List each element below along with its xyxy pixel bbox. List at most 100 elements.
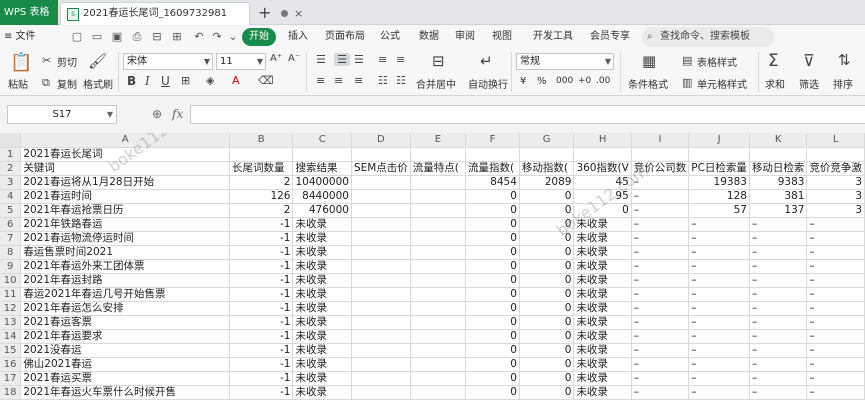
tab-home[interactable]: 开始 bbox=[242, 28, 276, 46]
cell-g8[interactable]: 0 bbox=[519, 245, 575, 260]
increase-decimal-button[interactable]: +0 bbox=[578, 76, 591, 86]
currency-button[interactable]: ¥ bbox=[520, 76, 526, 87]
cell-h13[interactable]: 未收录 bbox=[573, 315, 632, 331]
cell-e15[interactable] bbox=[410, 343, 467, 359]
conditional-format-button[interactable]: 条件格式 bbox=[628, 76, 668, 91]
align-bottom-icon[interactable]: ☰ bbox=[354, 53, 364, 66]
row-header[interactable]: 9 bbox=[0, 259, 22, 274]
cell-a5[interactable]: 2021年春运抢票日历 bbox=[20, 203, 230, 218]
row-header[interactable]: 17 bbox=[0, 371, 22, 387]
cell-a3[interactable]: 2021春运将从1月28日开始 bbox=[20, 175, 230, 190]
cell-k13[interactable]: – bbox=[749, 315, 808, 331]
cell-g14[interactable]: 0 bbox=[519, 329, 575, 345]
cell-d1[interactable] bbox=[351, 147, 411, 162]
cell-i12[interactable]: – bbox=[631, 301, 690, 317]
percent-button[interactable]: % bbox=[537, 76, 547, 87]
cell-h8[interactable]: 未收录 bbox=[573, 245, 632, 260]
cell-h3[interactable]: 45 bbox=[573, 175, 632, 190]
cell-c16[interactable]: 未收录 bbox=[292, 357, 352, 373]
cell-f12[interactable]: 0 bbox=[465, 301, 520, 317]
cell-a12[interactable]: 2021年春运怎么安排 bbox=[20, 301, 230, 317]
redo-icon[interactable]: ↷ bbox=[210, 30, 224, 44]
cell-e17[interactable] bbox=[410, 371, 467, 387]
align-left-icon[interactable]: ≡ bbox=[378, 53, 387, 66]
cell-h4[interactable]: 95 bbox=[573, 189, 632, 204]
cell-g2[interactable]: 移动指数( bbox=[519, 161, 575, 176]
cell-j3[interactable]: 19383 bbox=[688, 175, 750, 190]
cell-c8[interactable]: 未收录 bbox=[292, 245, 352, 260]
cell-h18[interactable]: 未收录 bbox=[573, 385, 632, 400]
cell-j7[interactable]: – bbox=[688, 231, 750, 246]
cell-f18[interactable]: 0 bbox=[465, 385, 520, 400]
cell-i10[interactable]: – bbox=[631, 273, 690, 289]
cell-c7[interactable]: 未收录 bbox=[292, 231, 352, 246]
text-align-center-icon[interactable]: ≡ bbox=[334, 74, 343, 87]
cell-b2[interactable]: 长尾词数量 bbox=[229, 161, 294, 176]
tab-review[interactable]: 审阅 bbox=[455, 26, 475, 48]
cell-b17[interactable]: -1 bbox=[229, 371, 294, 387]
filter-icon[interactable]: ⊽ bbox=[803, 51, 815, 70]
print-icon[interactable]: ⊟ bbox=[150, 30, 164, 44]
paste-button[interactable]: 粘贴 bbox=[8, 76, 28, 91]
cell-f11[interactable]: 0 bbox=[465, 287, 520, 303]
cell-c10[interactable]: 未收录 bbox=[292, 273, 352, 289]
cell-g17[interactable]: 0 bbox=[519, 371, 575, 387]
cell-c6[interactable]: 未收录 bbox=[292, 217, 352, 232]
cell-a1[interactable]: 2021春运长尾词 bbox=[20, 147, 230, 162]
cell-b4[interactable]: 126 bbox=[229, 189, 294, 204]
cell-a6[interactable]: 2021年铁路春运 bbox=[20, 217, 230, 232]
cell-b7[interactable]: -1 bbox=[229, 231, 294, 246]
text-align-right-icon[interactable]: ≡ bbox=[354, 74, 363, 87]
cell-i9[interactable]: – bbox=[631, 259, 690, 274]
sum-icon[interactable]: Σ bbox=[768, 51, 779, 71]
tab-member[interactable]: 会员专享 bbox=[590, 26, 630, 48]
cell-a10[interactable]: 2021年春运封路 bbox=[20, 273, 230, 289]
cell-c9[interactable]: 未收录 bbox=[292, 259, 352, 274]
cell-b14[interactable]: -1 bbox=[229, 329, 294, 345]
new-tab-button[interactable]: + bbox=[258, 0, 271, 25]
cell-g18[interactable]: 0 bbox=[519, 385, 575, 400]
tab-data[interactable]: 数据 bbox=[419, 26, 439, 48]
cell-f15[interactable]: 0 bbox=[465, 343, 520, 359]
cell-k14[interactable]: – bbox=[749, 329, 808, 345]
app-tab[interactable]: WPS 表格 bbox=[0, 0, 58, 25]
cell-a7[interactable]: 2021春运物流停运时间 bbox=[20, 231, 230, 246]
cell-i7[interactable]: – bbox=[631, 231, 690, 246]
cell-e2[interactable]: 流量特点( bbox=[410, 161, 467, 176]
cell-g5[interactable]: 0 bbox=[519, 203, 575, 218]
cell-j12[interactable]: – bbox=[688, 301, 750, 317]
undo-icon[interactable]: ↶ bbox=[192, 30, 206, 44]
increase-font-icon[interactable]: A⁺ bbox=[270, 53, 282, 64]
cell-d13[interactable] bbox=[351, 315, 411, 331]
save-icon[interactable]: ▣ bbox=[110, 30, 124, 44]
underline-icon[interactable]: U bbox=[161, 74, 170, 88]
column-header-l[interactable]: L bbox=[806, 133, 865, 148]
command-search[interactable]: ⌕ 查找命令、搜索模板 bbox=[642, 27, 774, 47]
cell-a17[interactable]: 2021春运买票 bbox=[20, 371, 230, 387]
cell-f13[interactable]: 0 bbox=[465, 315, 520, 331]
font-color-icon[interactable]: A bbox=[232, 74, 240, 87]
cell-l9[interactable]: – bbox=[806, 259, 865, 274]
cell-i8[interactable]: – bbox=[631, 245, 690, 260]
bold-icon[interactable]: B bbox=[127, 74, 136, 88]
cell-l13[interactable]: – bbox=[806, 315, 865, 331]
cell-j1[interactable] bbox=[688, 147, 750, 162]
tab-view[interactable]: 视图 bbox=[492, 26, 512, 48]
row-header[interactable]: 11 bbox=[0, 287, 22, 303]
cell-e16[interactable] bbox=[410, 357, 467, 373]
cell-g13[interactable]: 0 bbox=[519, 315, 575, 331]
row-header[interactable]: 5 bbox=[0, 203, 22, 218]
cell-g6[interactable]: 0 bbox=[519, 217, 575, 232]
cell-k11[interactable]: – bbox=[749, 287, 808, 303]
tab-formulas[interactable]: 公式 bbox=[380, 26, 400, 48]
cell-c15[interactable]: 未收录 bbox=[292, 343, 352, 359]
cell-j9[interactable]: – bbox=[688, 259, 750, 274]
cell-j11[interactable]: – bbox=[688, 287, 750, 303]
cut-button[interactable]: 剪切 bbox=[57, 54, 77, 69]
row-header[interactable]: 15 bbox=[0, 343, 22, 359]
cell-e7[interactable] bbox=[410, 231, 467, 246]
cell-c5[interactable]: 476000 bbox=[292, 203, 352, 218]
cell-e13[interactable] bbox=[410, 315, 467, 331]
decrease-decimal-button[interactable]: .00 bbox=[596, 76, 610, 86]
font-name-select[interactable]: 宋体 ▼ bbox=[123, 53, 213, 70]
